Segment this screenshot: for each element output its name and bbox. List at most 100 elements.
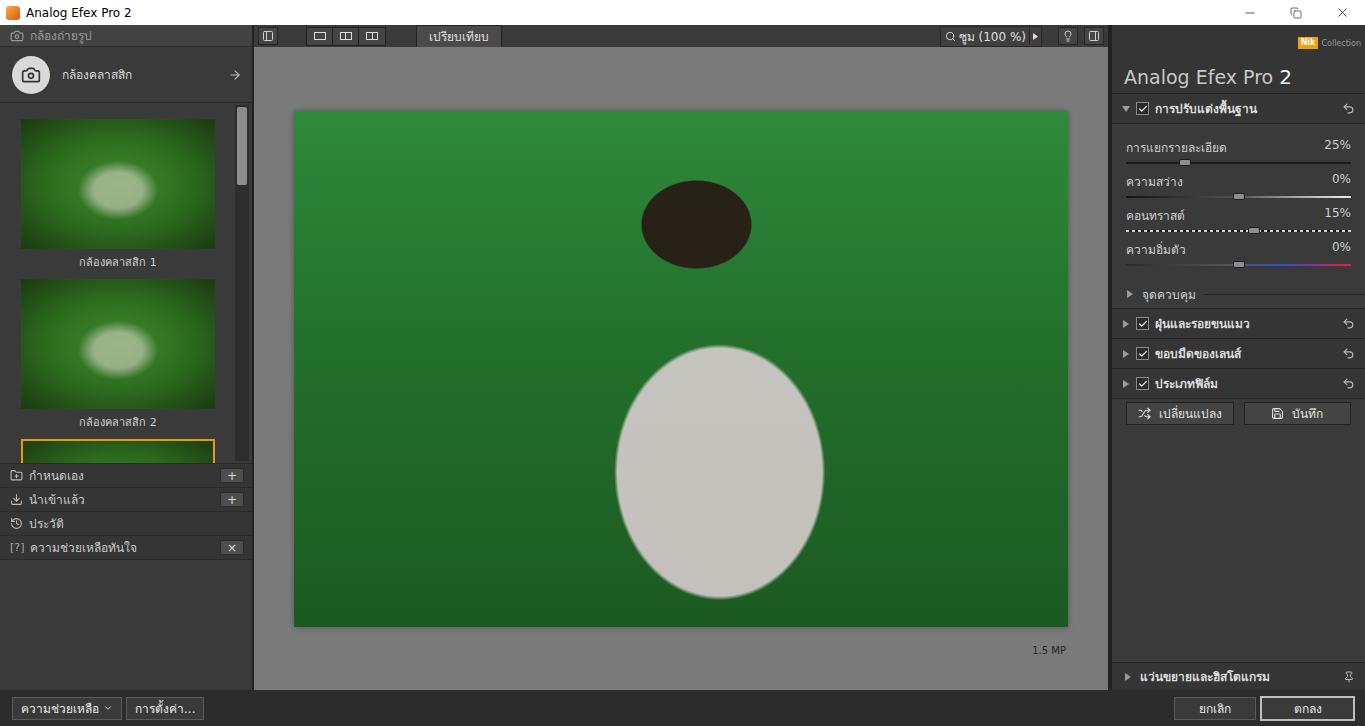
slider-track[interactable] <box>1126 196 1351 198</box>
section-checkbox[interactable] <box>1136 102 1149 115</box>
left-panel: กล้องถ่ายรูปกล้องคลาสสิกกล้องคลาสสิก 1กล… <box>0 25 252 690</box>
restore-icon <box>1290 7 1302 19</box>
filter-section-header[interactable]: ขอบมืดของเลนส์ <box>1112 338 1365 368</box>
slider-thumb[interactable] <box>1233 193 1245 200</box>
caret-icon[interactable] <box>1126 290 1134 298</box>
shuffle-button[interactable]: เปลี่ยนแปลง <box>1126 402 1234 425</box>
slider-track[interactable] <box>1126 230 1351 232</box>
history-icon <box>10 517 23 530</box>
hide-left-button[interactable] <box>258 27 278 45</box>
slider-reading: 15% <box>1324 206 1351 225</box>
main-area: กล้องถ่ายรูปกล้องคลาสสิกกล้องคลาสสิก 1กล… <box>0 25 1365 690</box>
preset-item[interactable] <box>21 439 215 463</box>
left-section[interactable]: นำเข้าแล้ว+ <box>0 487 252 511</box>
slider-label: ความอิ่มตัว <box>1126 240 1186 259</box>
slider-thumb[interactable] <box>1248 227 1260 234</box>
shuffle-icon <box>1138 407 1151 420</box>
section-checkbox[interactable] <box>1136 347 1149 360</box>
basic-section-header[interactable]: การปรับแต่งพื้นฐาน <box>1112 93 1365 123</box>
lightbulb-icon <box>1062 30 1074 42</box>
category-label: กล้องคลาสสิก <box>62 65 216 84</box>
reset-icon[interactable] <box>1342 102 1355 115</box>
section-checkbox[interactable] <box>1136 317 1149 330</box>
bottom-left-button[interactable]: การตั้งค่า... <box>126 697 204 720</box>
camera-icon <box>10 29 24 43</box>
left-section[interactable]: ประวัติ <box>0 511 252 535</box>
preset-list: กล้องคลาสสิก 1 กล้องคลาสสิก 2 <box>0 103 235 463</box>
view-mode-button[interactable] <box>307 28 333 45</box>
section-checkbox[interactable] <box>1136 377 1149 390</box>
section-action-button[interactable]: × <box>220 540 244 555</box>
background-toggle-button[interactable] <box>1058 27 1078 45</box>
view-mode-button[interactable] <box>359 28 385 45</box>
preview-toolbar: เปรียบเทียบ ซูม (100 %) <box>254 25 1108 47</box>
reset-icon[interactable] <box>1342 347 1355 360</box>
preset-area: กล้องคลาสสิก 1 กล้องคลาสสิก 2 <box>0 103 252 463</box>
loupe-histogram-row[interactable]: แว่นขยายและฮิสโตแกรม <box>1112 662 1365 690</box>
custom-icon <box>10 469 23 482</box>
preview-column: เปรียบเทียบ ซูม (100 %) 1.5 MP <box>254 25 1108 690</box>
caret-icon[interactable] <box>1122 105 1130 113</box>
slider-track[interactable] <box>1126 264 1351 266</box>
hide-right-button[interactable] <box>1084 27 1104 45</box>
slider-thumb[interactable] <box>1179 159 1191 166</box>
preset-thumbnail[interactable] <box>21 279 215 409</box>
preset-thumbnail[interactable] <box>21 119 215 249</box>
slider-reading: 0% <box>1332 172 1351 191</box>
scrollbar-thumb[interactable] <box>237 107 247 185</box>
slider-thumb[interactable] <box>1233 261 1245 268</box>
slider-row: ความอิ่มตัว 0% <box>1126 236 1351 270</box>
slider-label: ความสว่าง <box>1126 172 1183 191</box>
slider-reading: 25% <box>1324 138 1351 157</box>
panel-left-icon <box>262 30 274 42</box>
preview-canvas: 1.5 MP <box>254 47 1108 690</box>
title-bar: Analog Efex Pro 2 <box>0 0 1365 25</box>
left-section[interactable]: กำหนดเอง+ <box>0 463 252 487</box>
caret-icon[interactable] <box>1122 320 1130 328</box>
view-mode-icon <box>366 32 378 40</box>
category-row[interactable]: กล้องคลาสสิก <box>0 47 252 103</box>
bottom-left-button[interactable]: ความช่วยเหลือ <box>12 697 122 720</box>
minimize-button[interactable] <box>1227 0 1273 25</box>
pin-icon[interactable] <box>1343 671 1355 683</box>
view-mode-button[interactable] <box>333 28 359 45</box>
slider-reading: 0% <box>1332 240 1351 259</box>
check-icon <box>1138 349 1148 359</box>
caret-icon[interactable] <box>1122 350 1130 358</box>
ok-button[interactable]: ตกลง <box>1260 696 1355 721</box>
preset-item[interactable]: กล้องคลาสสิก 1 <box>21 119 215 271</box>
image-size-label: 1.5 MP <box>294 645 1068 656</box>
control-points-row[interactable]: จุดควบคุม <box>1112 280 1365 308</box>
section-action-button[interactable]: + <box>220 468 244 483</box>
logo-brand: Nik <box>1298 37 1319 49</box>
check-icon <box>1138 104 1148 114</box>
caret-icon[interactable] <box>1124 673 1132 681</box>
preset-item[interactable]: กล้องคลาสสิก 2 <box>21 279 215 431</box>
section-label: ประวัติ <box>29 514 244 533</box>
restore-button[interactable] <box>1273 0 1319 25</box>
slider-group: การแยกรายละเอียด25% ความสว่าง 0% คอนทราสต์ 1… <box>1112 123 1365 280</box>
preset-label: กล้องคลาสสิก 1 <box>79 253 157 271</box>
scrollbar[interactable] <box>235 105 249 461</box>
caret-icon[interactable] <box>1122 380 1130 388</box>
filter-section-header[interactable]: ประเภทฟิล์ม <box>1112 368 1365 398</box>
arrow-right-icon[interactable] <box>228 68 242 82</box>
section-action-button[interactable]: + <box>220 492 244 507</box>
preset-button-row: เปลี่ยนแปลง บันทึก <box>1112 398 1365 428</box>
slider-label: คอนทราสต์ <box>1126 206 1185 225</box>
cancel-button[interactable]: ยกเลิก <box>1174 697 1256 720</box>
zoom-menu-button[interactable] <box>1029 28 1041 44</box>
filter-section-header[interactable]: ฝุ่นและรอยขนแมว <box>1112 308 1365 338</box>
camera-header: กล้องถ่ายรูป <box>0 25 252 47</box>
preset-thumbnail[interactable] <box>21 439 215 463</box>
reset-icon[interactable] <box>1342 377 1355 390</box>
close-button[interactable] <box>1319 0 1365 25</box>
zoom-control[interactable]: ซูม (100 %) <box>940 26 1042 47</box>
left-section[interactable]: [?]ความช่วยเหลือทันใจ× <box>0 535 252 559</box>
reset-icon[interactable] <box>1342 317 1355 330</box>
slider-row: การแยกรายละเอียด25% <box>1126 134 1351 168</box>
slider-track[interactable] <box>1126 162 1351 164</box>
nik-logo: NikCollection <box>1112 25 1365 61</box>
save-button[interactable]: บันทึก <box>1244 402 1352 425</box>
compare-button[interactable]: เปรียบเทียบ <box>416 25 502 48</box>
